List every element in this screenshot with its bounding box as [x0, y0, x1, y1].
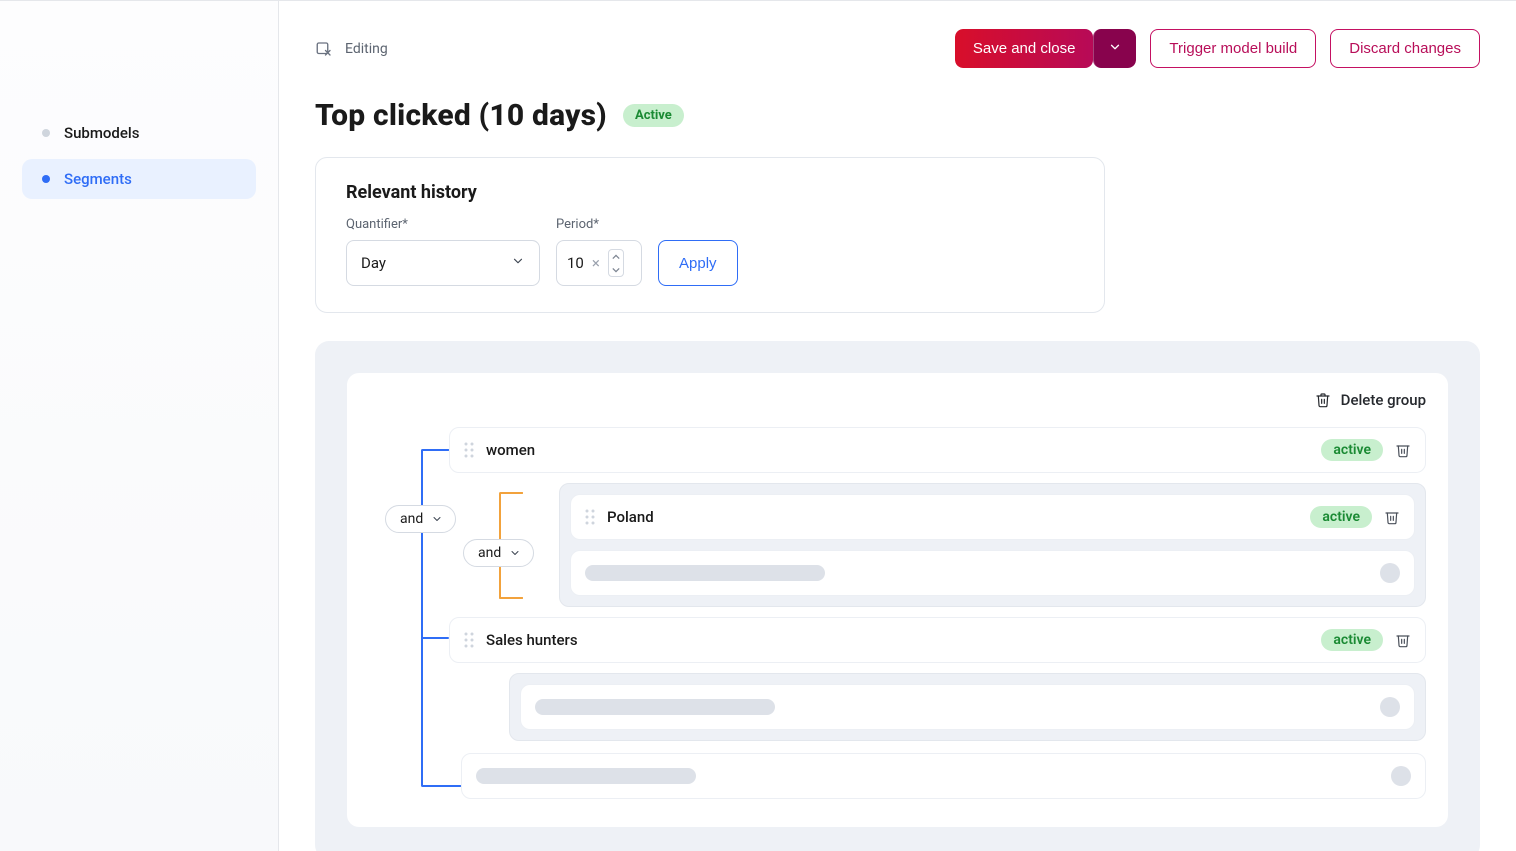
clear-icon[interactable]: × — [592, 254, 600, 272]
group-inner: Delete group and — [347, 373, 1448, 827]
period-field: Period* 10 × — [556, 217, 642, 286]
placeholder-rule[interactable] — [570, 550, 1415, 596]
sidebar-item-label: Submodels — [64, 124, 139, 142]
period-label: Period* — [556, 217, 642, 232]
delete-group-button[interactable]: Delete group — [369, 391, 1426, 409]
chevron-down-icon — [511, 254, 525, 272]
trash-icon — [1315, 392, 1331, 408]
page-title: Top clicked (10 days) — [315, 98, 607, 133]
period-value: 10 — [567, 254, 584, 272]
trigger-label: Trigger model build — [1169, 40, 1297, 57]
status-badge: active — [1321, 439, 1383, 461]
trigger-build-button[interactable]: Trigger model build — [1150, 29, 1316, 68]
rule-row[interactable]: Sales hunters active — [449, 617, 1426, 663]
history-card: Relevant history Quantifier* Day Period*… — [315, 157, 1105, 313]
rules-area: and and — [369, 427, 1426, 799]
chevron-down-icon — [431, 513, 443, 525]
rule-row[interactable]: Poland active — [570, 494, 1415, 540]
chevron-down-icon — [509, 547, 521, 559]
sidebar-item-segments[interactable]: Segments — [22, 159, 256, 199]
discard-button[interactable]: Discard changes — [1330, 29, 1480, 68]
placeholder-rule[interactable] — [461, 753, 1426, 799]
sidebar-item-submodels[interactable]: Submodels — [22, 113, 256, 153]
save-button[interactable]: Save and close — [955, 29, 1094, 68]
dot-icon — [42, 129, 50, 137]
chevron-down-icon — [1108, 40, 1122, 58]
delete-rule-button[interactable] — [1384, 509, 1400, 525]
step-down-button[interactable] — [609, 263, 623, 276]
sidebar-item-label: Segments — [64, 170, 132, 188]
stepper — [608, 249, 624, 277]
placeholder-bar — [585, 565, 825, 581]
sidebar: Submodels Segments — [0, 1, 279, 851]
app-root: Submodels Segments Editing Save and clos… — [0, 0, 1516, 851]
apply-button[interactable]: Apply — [658, 240, 738, 286]
edit-icon — [315, 40, 333, 58]
drag-handle-icon[interactable] — [585, 509, 595, 525]
operator-inner[interactable]: and — [463, 539, 534, 567]
editing-label: Editing — [345, 41, 388, 57]
nested-group: Poland active — [559, 483, 1426, 607]
delete-group-label: Delete group — [1341, 391, 1426, 409]
save-label: Save and close — [973, 40, 1076, 57]
placeholder-rule[interactable] — [520, 684, 1415, 730]
operator-label: and — [400, 511, 423, 527]
rule-row[interactable]: women active — [449, 427, 1426, 473]
operator-label: and — [478, 545, 501, 561]
save-button-group: Save and close — [955, 29, 1137, 68]
top-bar: Editing Save and close Trigger model bui… — [315, 29, 1480, 68]
rule-label: Sales hunters — [486, 631, 578, 649]
rule-label: Poland — [607, 508, 654, 526]
placeholder-dot — [1391, 766, 1411, 786]
dot-icon — [42, 175, 50, 183]
placeholder-dot — [1380, 563, 1400, 583]
discard-label: Discard changes — [1349, 40, 1461, 57]
drag-handle-icon[interactable] — [464, 442, 474, 458]
delete-rule-button[interactable] — [1395, 442, 1411, 458]
top-actions: Save and close Trigger model build Disca… — [955, 29, 1480, 68]
quantifier-field: Quantifier* Day — [346, 217, 540, 286]
operator-outer[interactable]: and — [385, 505, 456, 533]
rules-list: women active — [369, 427, 1426, 799]
quantifier-label: Quantifier* — [346, 217, 540, 232]
nested-group — [509, 673, 1426, 741]
placeholder-bar — [476, 768, 696, 784]
history-heading: Relevant history — [346, 182, 1074, 203]
status-badge: Active — [623, 104, 684, 127]
apply-label: Apply — [679, 255, 717, 272]
period-input[interactable]: 10 × — [556, 240, 642, 286]
editing-indicator: Editing — [315, 40, 388, 58]
quantifier-select[interactable]: Day — [346, 240, 540, 286]
placeholder-dot — [1380, 697, 1400, 717]
status-badge: active — [1310, 506, 1372, 528]
save-dropdown-button[interactable] — [1093, 29, 1136, 68]
quantifier-value: Day — [361, 254, 386, 272]
drag-handle-icon[interactable] — [464, 632, 474, 648]
status-badge: active — [1321, 629, 1383, 651]
delete-rule-button[interactable] — [1395, 632, 1411, 648]
step-up-button[interactable] — [609, 250, 623, 263]
title-row: Top clicked (10 days) Active — [315, 98, 1480, 133]
main-content: Editing Save and close Trigger model bui… — [279, 1, 1516, 851]
placeholder-bar — [535, 699, 775, 715]
history-fields: Quantifier* Day Period* 10 × — [346, 217, 1074, 286]
group-panel: Delete group and — [315, 341, 1480, 851]
rule-label: women — [486, 441, 535, 459]
